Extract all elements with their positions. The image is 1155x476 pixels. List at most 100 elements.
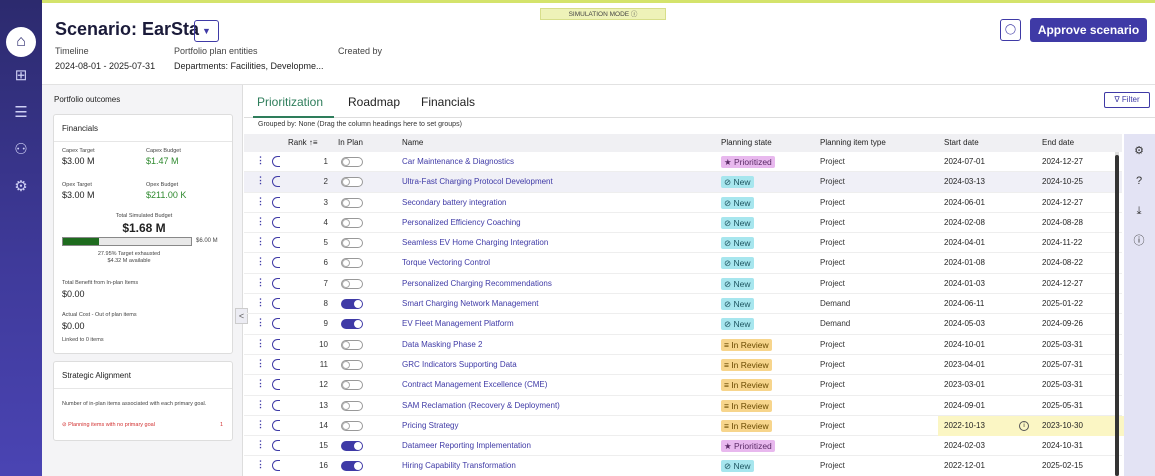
table-row[interactable]: ⋮ 15 Datameer Reporting Implementation ★ Pr… — [244, 436, 1122, 457]
table-row[interactable]: ⋮ 3 Secondary battery integration ⊘ New Proj… — [244, 193, 1122, 213]
item-name-link[interactable]: Smart Charging Network Management — [402, 299, 539, 308]
row-details-icon[interactable] — [272, 237, 280, 249]
row-details-icon[interactable] — [272, 176, 280, 188]
row-menu-icon[interactable]: ⋮ — [256, 439, 265, 450]
in-plan-toggle[interactable] — [341, 238, 363, 249]
row-details-icon[interactable] — [272, 196, 280, 208]
scenario-dropdown-button[interactable]: ▼ — [194, 20, 219, 42]
row-details-icon[interactable] — [272, 338, 280, 350]
table-row[interactable]: ⋮ 12 Contract Management Excellence (CME) ≡… — [244, 375, 1122, 396]
date-warning-icon[interactable]: i — [1019, 420, 1029, 431]
in-plan-toggle[interactable] — [341, 380, 363, 391]
item-name-link[interactable]: Hiring Capability Transformation — [402, 461, 516, 470]
column-planning-item-type[interactable]: Planning item type — [820, 138, 886, 147]
briefcase-icon[interactable]: ⌂ — [6, 27, 36, 57]
item-name-link[interactable]: Car Maintenance & Diagnostics — [402, 157, 514, 166]
tab-financials[interactable]: Financials — [421, 95, 475, 109]
row-details-icon[interactable] — [272, 399, 280, 411]
list-icon[interactable]: ☰ — [10, 102, 32, 124]
in-plan-toggle[interactable] — [341, 339, 363, 350]
row-details-icon[interactable] — [272, 460, 280, 472]
column-planning-state[interactable]: Planning state — [721, 138, 772, 147]
item-name-link[interactable]: Seamless EV Home Charging Integration — [402, 238, 548, 247]
row-menu-icon[interactable]: ⋮ — [256, 317, 265, 328]
row-details-icon[interactable] — [272, 379, 280, 391]
in-plan-toggle[interactable] — [341, 177, 363, 188]
row-details-icon[interactable] — [272, 156, 280, 167]
column-in-plan[interactable]: In Plan — [338, 138, 363, 147]
in-plan-toggle[interactable] — [341, 217, 363, 228]
row-details-icon[interactable] — [272, 257, 280, 269]
table-row[interactable]: ⋮ 5 Seamless EV Home Charging Integration ⊘… — [244, 233, 1122, 254]
table-row[interactable]: ⋮ 11 GRC Indicators Supporting Data ≡ In Re… — [244, 355, 1122, 376]
row-details-icon[interactable] — [272, 318, 280, 330]
help-icon[interactable]: ? — [1132, 174, 1146, 188]
row-menu-icon[interactable]: ⋮ — [256, 399, 265, 410]
in-plan-toggle[interactable] — [341, 319, 363, 330]
row-menu-icon[interactable]: ⋮ — [256, 196, 265, 207]
item-name-link[interactable]: EV Fleet Management Platform — [402, 319, 514, 328]
row-menu-icon[interactable]: ⋮ — [256, 378, 265, 389]
row-details-icon[interactable] — [272, 216, 280, 228]
column-end-date[interactable]: End date — [1042, 138, 1074, 147]
in-plan-toggle[interactable] — [341, 400, 363, 411]
item-name-link[interactable]: Torque Vectoring Control — [402, 258, 490, 267]
table-row[interactable]: ⋮ 13 SAM Reclamation (Recovery & Deploymen… — [244, 396, 1122, 416]
in-plan-toggle[interactable] — [341, 441, 363, 452]
in-plan-toggle[interactable] — [341, 359, 363, 370]
no-primary-goal-link[interactable]: ⊘ Planning items with no primary goal — [62, 422, 155, 428]
hierarchy-icon[interactable]: ⊞ — [10, 65, 32, 87]
scrollbar-thumb[interactable] — [1115, 155, 1119, 476]
filter-button[interactable]: ∇ Filter — [1104, 92, 1150, 108]
table-row[interactable]: ⋮ 14 Pricing Strategy ≡ In Review Project 202… — [244, 415, 1134, 437]
table-row[interactable]: ⋮ 1 Car Maintenance & Diagnostics ★ Priorit… — [244, 152, 1122, 173]
row-menu-icon[interactable]: ⋮ — [256, 338, 265, 349]
item-name-link[interactable]: Datameer Reporting Implementation — [402, 441, 531, 450]
item-name-link[interactable]: Contract Management Excellence (CME) — [402, 380, 547, 389]
in-plan-toggle[interactable] — [341, 278, 363, 289]
in-plan-toggle[interactable] — [341, 197, 363, 208]
row-menu-icon[interactable]: ⋮ — [256, 277, 265, 288]
item-name-link[interactable]: Data Masking Phase 2 — [402, 340, 483, 349]
row-menu-icon[interactable]: ⋮ — [256, 256, 265, 267]
row-menu-icon[interactable]: ⋮ — [256, 236, 265, 247]
in-plan-toggle[interactable] — [341, 420, 363, 431]
in-plan-toggle[interactable] — [341, 461, 363, 472]
row-details-icon[interactable] — [272, 277, 280, 289]
table-row[interactable]: ⋮ 7 Personalized Charging Recommendations ⊘… — [244, 274, 1122, 295]
settings-icon[interactable]: ⚙ — [10, 176, 32, 198]
column-name[interactable]: Name — [402, 138, 423, 147]
tab-prioritization[interactable]: Prioritization — [257, 95, 323, 109]
table-row[interactable]: ⋮ 2 Ultra-Fast Charging Protocol Developme… — [244, 172, 1122, 193]
comment-button[interactable]: ◯ — [1000, 19, 1021, 41]
in-plan-toggle[interactable] — [341, 157, 363, 167]
settings-icon[interactable]: ⚙ — [1132, 144, 1146, 158]
item-name-link[interactable]: Secondary battery integration — [402, 198, 507, 207]
table-row[interactable]: ⋮ 16 Hiring Capability Transformation ⊘ New… — [244, 456, 1122, 476]
table-row[interactable]: ⋮ 9 EV Fleet Management Platform ⊘ New Deman… — [244, 314, 1122, 335]
item-name-link[interactable]: Personalized Charging Recommendations — [402, 279, 552, 288]
item-name-link[interactable]: Personalized Efficiency Coaching — [402, 218, 521, 227]
in-plan-toggle[interactable] — [341, 258, 363, 269]
table-row[interactable]: ⋮ 10 Data Masking Phase 2 ≡ In Review Projec… — [244, 335, 1122, 355]
row-details-icon[interactable] — [272, 419, 280, 431]
item-name-link[interactable]: Ultra-Fast Charging Protocol Development — [402, 177, 553, 186]
row-menu-icon[interactable]: ⋮ — [256, 155, 265, 166]
row-menu-icon[interactable]: ⋮ — [256, 419, 265, 430]
approve-scenario-button[interactable]: Approve scenario — [1030, 18, 1147, 42]
row-menu-icon[interactable]: ⋮ — [256, 175, 265, 186]
users-icon[interactable]: ⚇ — [10, 139, 32, 161]
row-details-icon[interactable] — [272, 358, 280, 370]
info-icon[interactable]: ⓘ — [1132, 234, 1146, 248]
table-row[interactable]: ⋮ 4 Personalized Efficiency Coaching ⊘ New P… — [244, 213, 1122, 234]
item-name-link[interactable]: SAM Reclamation (Recovery & Deployment) — [402, 401, 560, 410]
tab-roadmap[interactable]: Roadmap — [348, 95, 400, 109]
table-row[interactable]: ⋮ 8 Smart Charging Network Management ⊘ New… — [244, 294, 1122, 315]
row-menu-icon[interactable]: ⋮ — [256, 358, 265, 369]
item-name-link[interactable]: Pricing Strategy — [402, 421, 458, 430]
row-menu-icon[interactable]: ⋮ — [256, 459, 265, 470]
row-menu-icon[interactable]: ⋮ — [256, 216, 265, 227]
download-icon[interactable]: ⤓ — [1132, 204, 1146, 218]
row-details-icon[interactable] — [272, 440, 280, 452]
row-menu-icon[interactable]: ⋮ — [256, 297, 265, 308]
